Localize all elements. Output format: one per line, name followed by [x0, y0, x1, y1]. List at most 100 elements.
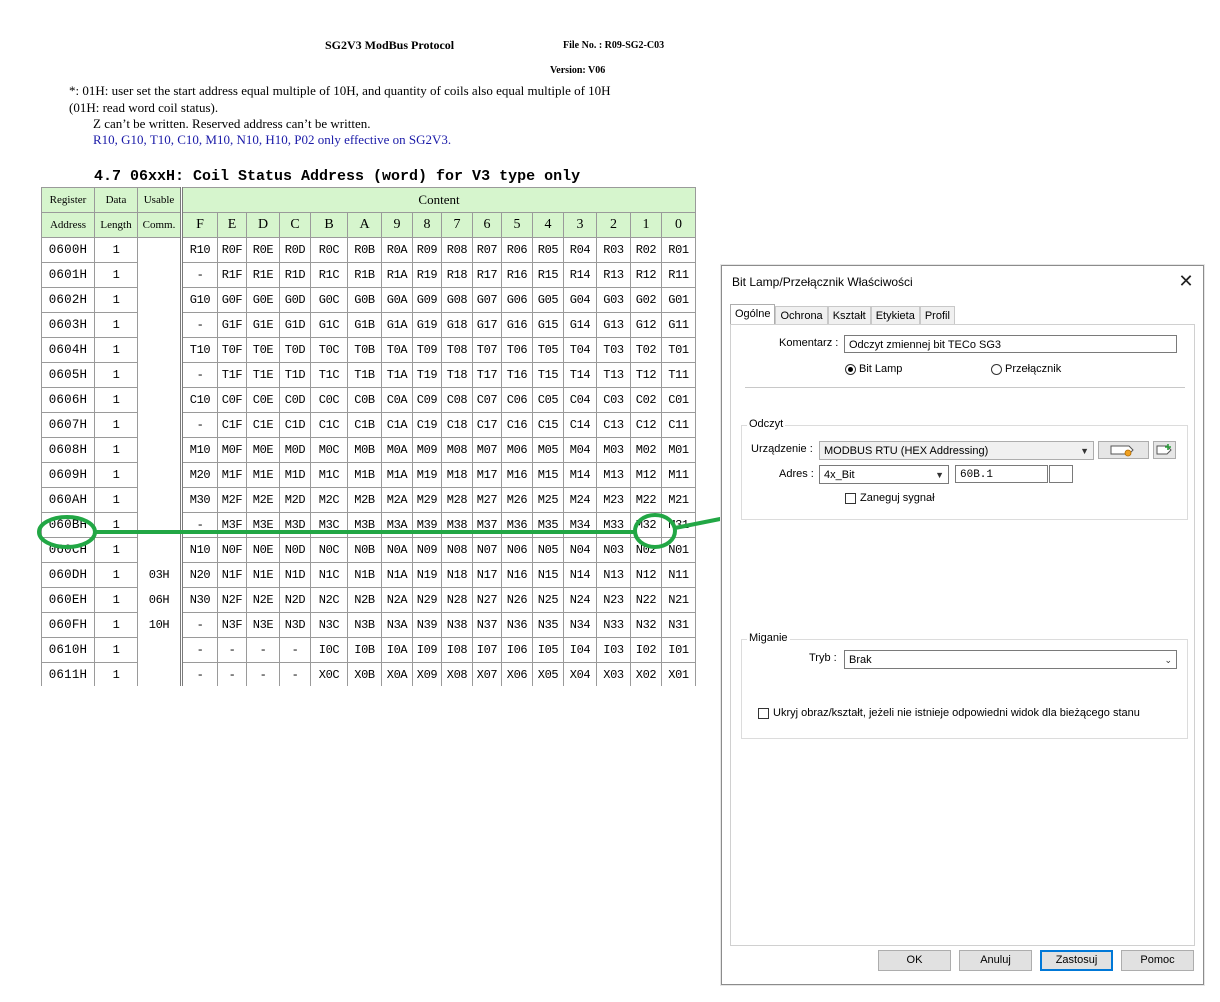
- coil-cell: G1A: [381, 312, 413, 338]
- usable-comm: [137, 637, 182, 663]
- coil-cell: N03: [596, 537, 631, 563]
- coil-cell: M26: [501, 487, 533, 513]
- coil-cell: G09: [412, 287, 442, 313]
- coil-cell: G01: [661, 287, 696, 313]
- coil-cell: T0D: [279, 337, 311, 363]
- coil-cell: M04: [563, 437, 597, 463]
- tab-ogolne[interactable]: Ogólne: [730, 304, 776, 326]
- coil-cell: G19: [412, 312, 442, 338]
- coil-cell: M10: [180, 437, 218, 463]
- tab-ochrona[interactable]: Ochrona: [775, 306, 828, 326]
- coil-cell: I05: [532, 637, 564, 663]
- table-row: 060AH 1 M30 M2F M2E M2D M2C M2B M2A M29 M28 M27 M26 M…: [41, 487, 696, 513]
- data-length: 1: [94, 587, 138, 613]
- header-register-bottom: Address: [41, 212, 95, 238]
- coil-cell: R0F: [217, 237, 247, 263]
- urzadzenie-select[interactable]: MODBUS RTU (HEX Addressing) ▼: [819, 441, 1094, 460]
- coil-cell: T0A: [381, 337, 413, 363]
- coil-cell: -: [180, 612, 218, 638]
- coil-cell: G0F: [217, 287, 247, 313]
- coil-cell: G18: [441, 312, 473, 338]
- coil-cell: G0B: [347, 287, 382, 313]
- coil-cell: N37: [472, 612, 502, 638]
- adres-type-select[interactable]: 4x_Bit ▼: [819, 465, 949, 484]
- coil-cell: M09: [412, 437, 442, 463]
- separator: [745, 387, 1185, 388]
- coil-cell: M0E: [246, 437, 280, 463]
- coil-cell: C18: [441, 412, 473, 438]
- ok-button[interactable]: OK: [878, 950, 951, 971]
- coil-cell: G15: [532, 312, 564, 338]
- cancel-button[interactable]: Anuluj: [959, 950, 1032, 971]
- coil-cell: I0A: [381, 637, 413, 663]
- coil-cell: N3D: [279, 612, 311, 638]
- usable-comm: [137, 412, 182, 438]
- register-address: 0605H: [41, 362, 95, 388]
- coil-cell: N31: [661, 612, 696, 638]
- urzadzenie-label: Urządzenie :: [751, 443, 813, 455]
- close-icon[interactable]: ✕: [1175, 270, 1197, 292]
- apply-button[interactable]: Zastosuj: [1040, 950, 1113, 971]
- coil-cell: M3C: [310, 512, 348, 538]
- register-address: 0601H: [41, 262, 95, 288]
- coil-cell: C14: [563, 412, 597, 438]
- table-row: 0604H 1 T10 T0F T0E T0D T0C T0B T0A T09 T08 T07 T06 T…: [41, 337, 696, 363]
- komentarz-input[interactable]: Odczyt zmiennej bit TECo SG3: [844, 335, 1177, 353]
- tab-profil[interactable]: Profil: [919, 306, 955, 326]
- coil-cell: T02: [630, 337, 662, 363]
- coil-cell: T16: [501, 362, 533, 388]
- data-length: 1: [94, 662, 138, 688]
- device-settings-button[interactable]: [1098, 441, 1149, 459]
- coil-cell: T1C: [310, 362, 348, 388]
- coil-cell: N1A: [381, 562, 413, 588]
- radio-bit-lamp-label: Bit Lamp: [859, 363, 903, 375]
- coil-cell: M32: [630, 512, 662, 538]
- coil-cell: C0E: [246, 387, 280, 413]
- table-row: 060FH 1 10H - N3F N3E N3D N3C N3B N3A N39 N38 N37 N36…: [41, 612, 696, 638]
- header-usable-top: Usable: [137, 187, 182, 213]
- ukryj-checkbox[interactable]: Ukryj obraz/kształt, jeżeli nie istnieje…: [758, 707, 1140, 719]
- adres-label: Adres :: [779, 468, 814, 480]
- tab-etykieta[interactable]: Etykieta: [870, 306, 920, 326]
- coil-cell: M23: [596, 487, 631, 513]
- register-address: 0604H: [41, 337, 95, 363]
- coil-cell: T13: [596, 362, 631, 388]
- data-length: 1: [94, 637, 138, 663]
- coil-cell: -: [246, 637, 280, 663]
- header-bit-5: 5: [501, 212, 533, 238]
- add-tag-button[interactable]: [1153, 441, 1176, 459]
- coil-cell: M0B: [347, 437, 382, 463]
- coil-cell: T05: [532, 337, 564, 363]
- table-row: 0600H 1 R10 R0F R0E R0D R0C R0B R0A R09 R08 R07 R06 R…: [41, 237, 696, 263]
- tab-ksztalt[interactable]: Kształt: [827, 306, 871, 326]
- coil-cell: M01: [661, 437, 696, 463]
- data-length: 1: [94, 612, 138, 638]
- coil-cell: X08: [441, 662, 473, 688]
- coil-cell: R13: [596, 262, 631, 288]
- coil-cell: N2D: [279, 587, 311, 613]
- coil-cell: R0E: [246, 237, 280, 263]
- tab-panel-general: Komentarz : Odczyt zmiennej bit TECo SG3…: [730, 324, 1195, 946]
- adres-input[interactable]: 60B.1: [955, 465, 1048, 483]
- tryb-select[interactable]: Brak ⌄: [844, 650, 1177, 669]
- help-button[interactable]: Pomoc: [1121, 950, 1194, 971]
- data-length: 1: [94, 337, 138, 363]
- radio-unselected-icon: [991, 363, 1002, 375]
- radio-bit-lamp[interactable]: Bit Lamp: [845, 363, 902, 375]
- register-address: 060DH: [41, 562, 95, 588]
- zaneguj-checkbox[interactable]: Zaneguj sygnał: [845, 492, 935, 504]
- radio-przelacznik[interactable]: Przełącznik: [991, 363, 1061, 375]
- adres-extra-input[interactable]: [1049, 465, 1073, 483]
- usable-comm: [137, 337, 182, 363]
- coil-cell: G17: [472, 312, 502, 338]
- coil-cell: M3F: [217, 512, 247, 538]
- table-row: 0607H 1 - C1F C1E C1D C1C C1B C1A C19 C18 C17 C16 C15…: [41, 412, 696, 438]
- coil-cell: N09: [412, 537, 442, 563]
- coil-cell: R04: [563, 237, 597, 263]
- coil-cell: C1D: [279, 412, 311, 438]
- coil-cell: I04: [563, 637, 597, 663]
- usable-comm: [137, 662, 182, 688]
- coil-cell: M3A: [381, 512, 413, 538]
- coil-cell: N0A: [381, 537, 413, 563]
- coil-cell: N2A: [381, 587, 413, 613]
